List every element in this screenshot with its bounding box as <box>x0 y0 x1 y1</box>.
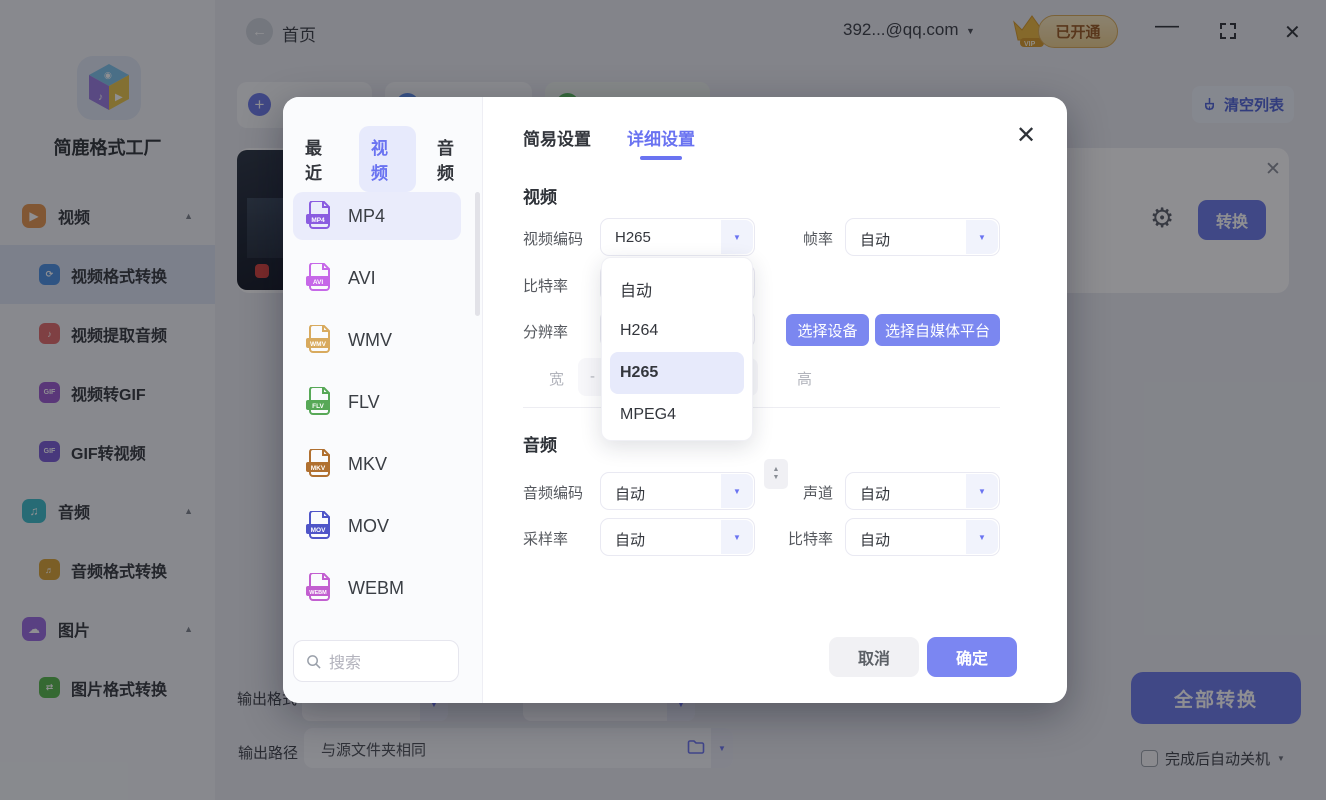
svg-text:MKV: MKV <box>311 465 326 472</box>
format-item-mp4[interactable]: MP4 MP4 <box>293 192 461 240</box>
channel-select[interactable]: 自动 ▼ <box>845 472 1000 510</box>
framerate-label: 帧率 <box>803 231 834 248</box>
search-icon <box>307 654 321 669</box>
codec-option-自动[interactable]: 自动 <box>610 268 744 310</box>
format-item-label: MP4 <box>348 205 386 226</box>
settings-tab-1[interactable]: 详细设置 <box>627 125 695 160</box>
file-format-icon: FLV <box>306 387 330 415</box>
format-item-webm[interactable]: WEBM WEBM <box>293 564 461 612</box>
settings-tab-0[interactable]: 简易设置 <box>523 125 591 160</box>
video-codec-dropdown: 自动 H264 H265 MPEG4 <box>601 257 753 441</box>
channel-label: 声道 <box>803 485 834 502</box>
audio-bitrate-value: 自动 <box>860 532 891 549</box>
video-section-title: 视频 <box>523 188 557 207</box>
svg-text:WMV: WMV <box>310 341 327 348</box>
chevron-down-icon: ▼ <box>966 474 998 508</box>
format-panel: 最近 视频 音频 MP4 MP4 AVI AVI WMV WMV FLV FLV MKV MKV MOV… <box>283 97 483 703</box>
audio-bitrate-label: 比特率 <box>788 531 834 548</box>
file-format-icon: MKV <box>306 449 330 477</box>
file-format-icon: AVI <box>306 263 330 291</box>
format-item-wmv[interactable]: WMV WMV <box>293 316 461 364</box>
audio-codec-select[interactable]: 自动 ▼ <box>600 472 755 510</box>
format-list-scrollbar[interactable] <box>475 192 480 316</box>
video-codec-select[interactable]: H265 ▼ <box>600 218 755 256</box>
select-device-button[interactable]: 选择设备 <box>786 314 869 346</box>
video-bitrate-label: 比特率 <box>523 278 569 295</box>
chevron-down-icon: ▼ <box>721 220 753 254</box>
samplerate-label: 采样率 <box>523 531 569 548</box>
cancel-button[interactable]: 取消 <box>829 637 919 677</box>
audio-codec-value: 自动 <box>615 486 646 503</box>
file-format-icon: MOV <box>306 511 330 539</box>
codec-option-h264[interactable]: H264 <box>610 310 744 352</box>
audio-section-title: 音频 <box>523 436 557 455</box>
chevron-down-icon: ▼ <box>966 220 998 254</box>
svg-text:FLV: FLV <box>312 403 324 410</box>
format-item-mov[interactable]: MOV MOV <box>293 502 461 550</box>
format-item-label: MKV <box>348 453 388 474</box>
channel-value: 自动 <box>860 486 891 503</box>
format-settings-modal: 最近 视频 音频 MP4 MP4 AVI AVI WMV WMV FLV FLV MKV MKV MOV… <box>283 97 1067 703</box>
format-item-label: WMV <box>348 329 392 350</box>
modal-close-icon[interactable]: ✕ <box>1016 121 1036 150</box>
format-item-avi[interactable]: AVI AVI <box>293 254 461 302</box>
resolution-label: 分辨率 <box>523 324 569 341</box>
height-stepper[interactable]: ▲ ▼ <box>764 459 788 489</box>
format-item-label: FLV <box>348 391 380 412</box>
samplerate-select[interactable]: 自动 ▼ <box>600 518 755 556</box>
svg-text:WEBM: WEBM <box>309 590 327 596</box>
ok-button[interactable]: 确定 <box>927 637 1017 677</box>
format-item-mkv[interactable]: MKV MKV <box>293 440 461 488</box>
audio-codec-label: 音频编码 <box>523 485 584 502</box>
search-input[interactable]: 搜索 <box>293 640 459 682</box>
framerate-select[interactable]: 自动 ▼ <box>845 218 1000 256</box>
format-list: MP4 MP4 AVI AVI WMV WMV FLV FLV MKV MKV MOV MOV WEBM… <box>293 192 461 626</box>
section-divider <box>523 407 1000 408</box>
framerate-value: 自动 <box>860 232 891 249</box>
category-tabs: 最近 视频 音频 <box>293 126 482 192</box>
format-item-flv[interactable]: FLV FLV <box>293 378 461 426</box>
chevron-down-icon: ▼ <box>721 474 753 508</box>
video-codec-label: 视频编码 <box>523 231 584 248</box>
file-format-icon: MP4 <box>306 201 330 229</box>
chevron-down-icon: ▼ <box>966 520 998 554</box>
file-format-icon: WMV <box>306 325 330 353</box>
height-label: 高 <box>797 371 813 388</box>
format-item-label: MOV <box>348 515 390 536</box>
chevron-down-icon: ▼ <box>721 520 753 554</box>
samplerate-value: 自动 <box>615 532 646 549</box>
settings-tabs: 简易设置 详细设置 <box>523 125 695 160</box>
category-tab-2[interactable]: 音频 <box>425 126 482 192</box>
format-item-label: AVI <box>348 267 376 288</box>
category-tab-0[interactable]: 最近 <box>293 126 350 192</box>
search-placeholder: 搜索 <box>329 655 362 672</box>
svg-text:MOV: MOV <box>311 527 326 534</box>
select-media-platform-button[interactable]: 选择自媒体平台 <box>875 314 1000 346</box>
video-codec-value: H265 <box>615 229 651 246</box>
svg-text:MP4: MP4 <box>311 217 325 224</box>
svg-text:AVI: AVI <box>313 279 324 286</box>
category-tab-1[interactable]: 视频 <box>359 126 416 192</box>
file-format-icon: WEBM <box>306 573 330 601</box>
width-placeholder: - <box>590 368 595 385</box>
audio-bitrate-select[interactable]: 自动 ▼ <box>845 518 1000 556</box>
format-item-label: WEBM <box>348 577 404 598</box>
codec-option-mpeg4[interactable]: MPEG4 <box>610 394 744 436</box>
codec-option-h265[interactable]: H265 <box>610 352 744 394</box>
width-label: 宽 <box>549 371 565 388</box>
